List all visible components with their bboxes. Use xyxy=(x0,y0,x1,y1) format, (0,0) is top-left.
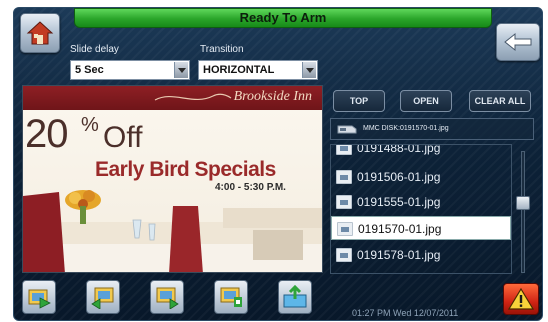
image-file-icon xyxy=(336,145,352,155)
top-button[interactable]: TOP xyxy=(333,90,385,112)
file-name: 0191506-01.jpg xyxy=(357,170,441,184)
file-name: 0191578-01.jpg xyxy=(357,248,441,262)
back-button[interactable] xyxy=(496,23,540,61)
export-image-button[interactable] xyxy=(278,280,312,314)
scroll-track[interactable] xyxy=(521,151,525,273)
photo-previous-icon xyxy=(91,287,114,309)
preview-off: Off xyxy=(103,121,143,154)
memory-card-icon xyxy=(337,125,357,134)
back-arrow-icon xyxy=(504,32,532,52)
file-list-scrollbar[interactable] xyxy=(516,151,530,273)
preview-brand: Brookside Inn xyxy=(233,89,312,104)
arm-status-bar: Ready To Arm xyxy=(74,8,492,28)
file-row[interactable]: 0191578-01.jpg xyxy=(331,243,511,267)
slide-delay-label: Slide delay xyxy=(70,44,119,55)
folder-export-icon xyxy=(283,285,307,308)
image-file-icon xyxy=(337,222,353,236)
clear-all-button[interactable]: CLEAR ALL xyxy=(469,90,531,112)
next-image-button[interactable] xyxy=(150,280,184,314)
dining-scene-image xyxy=(23,190,322,272)
chevron-down-icon xyxy=(302,62,316,78)
photo-add-icon xyxy=(220,287,242,307)
preview-headline: Early Bird Specials xyxy=(95,158,276,181)
preview-percent-sign: % xyxy=(81,114,99,136)
image-file-icon xyxy=(336,248,352,262)
clock-display: 01:27 PM Wed 12/07/2011 xyxy=(352,308,459,318)
chevron-down-icon xyxy=(174,62,188,78)
photo-next-icon xyxy=(156,287,179,309)
file-name: 0191570-01.jpg xyxy=(358,222,442,236)
add-image-button[interactable] xyxy=(214,280,248,314)
preview-percent: 20 xyxy=(25,112,68,156)
photo-play-icon xyxy=(28,289,51,309)
home-icon xyxy=(26,21,54,45)
file-list: 0191488-01.jpg 0191506-01.jpg 0191555-01… xyxy=(330,144,512,274)
swirl-ornament-icon xyxy=(154,93,232,101)
transition-value: HORIZONTAL xyxy=(203,64,275,76)
file-name: 0191555-01.jpg xyxy=(357,195,441,209)
scroll-thumb[interactable] xyxy=(516,196,530,210)
home-button[interactable] xyxy=(20,13,60,53)
transition-dropdown[interactable]: HORIZONTAL xyxy=(198,60,318,80)
alarm-button[interactable] xyxy=(503,283,539,315)
slide-delay-value: 5 Sec xyxy=(75,64,104,76)
slide-delay-dropdown[interactable]: 5 Sec xyxy=(70,60,190,80)
file-row-selected[interactable]: 0191570-01.jpg xyxy=(331,216,511,240)
file-row[interactable]: 0191506-01.jpg xyxy=(331,165,511,189)
slide-toolbar xyxy=(14,276,334,320)
previous-image-button[interactable] xyxy=(86,280,120,314)
transition-label: Transition xyxy=(200,44,244,55)
image-file-icon xyxy=(336,195,352,209)
disk-path-display: MMC DISK:0191570-01.jpg xyxy=(330,118,534,140)
open-button[interactable]: OPEN xyxy=(400,90,452,112)
disk-path-text: MMC DISK:0191570-01.jpg xyxy=(363,125,449,132)
warning-icon xyxy=(508,288,534,310)
security-panel-screen: Ready To Arm Slide delay Transition 5 Se… xyxy=(13,7,543,321)
image-file-icon xyxy=(336,170,352,184)
play-slideshow-button[interactable] xyxy=(22,280,56,314)
slide-preview: Brookside Inn 20 % Off Early Bird Specia… xyxy=(22,85,323,273)
file-name: 0191488-01.jpg xyxy=(357,144,441,155)
file-row[interactable]: 0191555-01.jpg xyxy=(331,190,511,214)
file-row[interactable]: 0191488-01.jpg xyxy=(331,144,511,160)
